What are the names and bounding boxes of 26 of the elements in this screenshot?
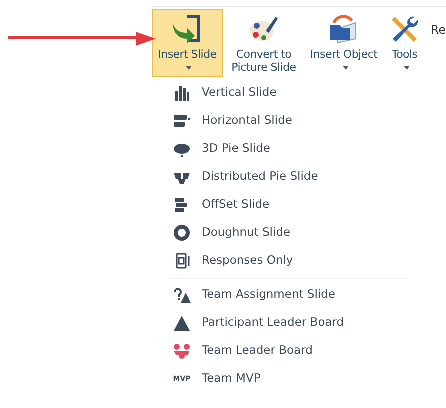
menu-item[interactable]: Participant Leader Board [168, 309, 408, 337]
menu-item[interactable]: Doughnut Slide [168, 219, 408, 247]
doughnut-icon [173, 225, 191, 241]
caret-icon [342, 66, 349, 70]
menu-item[interactable]: Team Leader Board [168, 337, 408, 365]
arrow-into-box-icon [171, 13, 204, 45]
menu-item[interactable]: 3D Pie Slide [168, 135, 408, 163]
menu-item[interactable]: Distributed Pie Slide [168, 163, 408, 191]
menu-item[interactable]: Horizontal Slide [168, 107, 408, 135]
pyramid-icon [173, 315, 191, 331]
question-triangle-icon [173, 287, 191, 303]
menu-item[interactable]: OffSet Slide [168, 191, 408, 219]
disc-icon [173, 141, 191, 157]
ribbon-button[interactable]: Tools [384, 9, 425, 77]
bar-chart-icon [173, 85, 191, 101]
menu-item[interactable]: Vertical Slide [168, 79, 408, 107]
caret-icon [186, 66, 192, 70]
people-icon [173, 343, 191, 359]
ribbon-button[interactable]: Insert Object [304, 9, 383, 77]
horizontal-bars-icon [173, 113, 191, 129]
menu-item[interactable]: Team Assignment Slide [168, 281, 408, 309]
menu-item[interactable]: Responses Only [168, 247, 408, 275]
ribbon-label: Re [430, 22, 446, 39]
ribbon-button[interactable]: Convert to Picture Slide [224, 9, 303, 77]
ribbon-button[interactable]: Insert Slide [152, 9, 223, 77]
caret-icon [404, 66, 410, 70]
